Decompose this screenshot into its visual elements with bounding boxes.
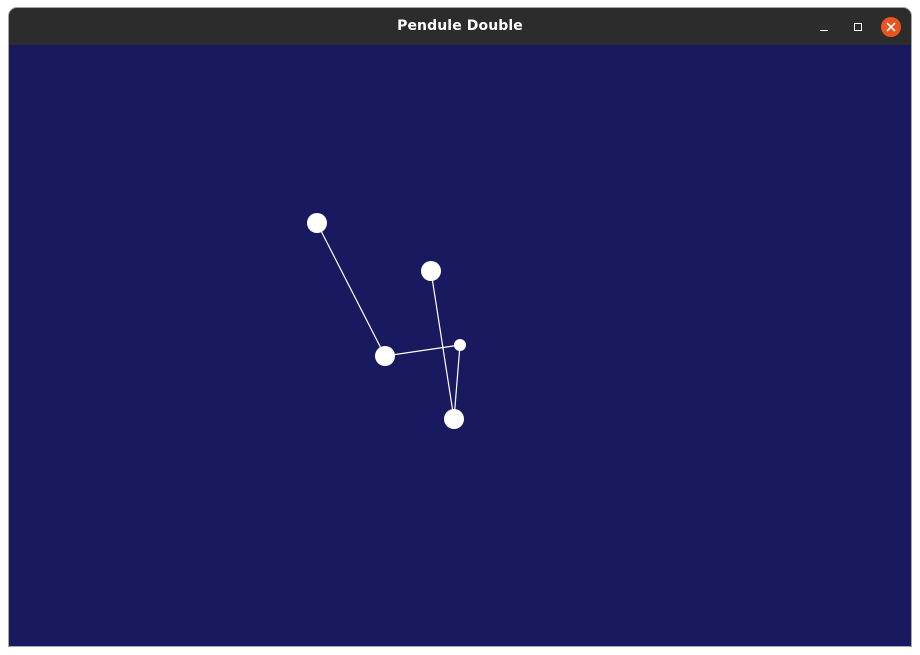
- minimize-button[interactable]: [814, 17, 834, 37]
- pendulum-a-pivot: [307, 213, 327, 233]
- minimize-icon: [820, 29, 828, 31]
- simulation-canvas: [9, 45, 911, 646]
- maximize-button[interactable]: [848, 17, 868, 37]
- close-icon: [886, 22, 896, 32]
- pendulum-b-pivot: [421, 261, 441, 281]
- maximize-icon: [854, 23, 862, 31]
- pendulum-b-rod-1: [430, 270, 455, 420]
- pendulum-b-bob-1: [444, 409, 464, 429]
- window-title: Pendule Double: [397, 18, 523, 34]
- pendulum-a-rod-2: [384, 344, 461, 357]
- app-window: Pendule Double: [9, 8, 911, 646]
- close-button[interactable]: [881, 17, 901, 37]
- pendulum-a-rod-1: [316, 222, 386, 357]
- title-bar[interactable]: Pendule Double: [9, 8, 911, 45]
- pendulum-a-bob-1: [375, 346, 395, 366]
- pendulum-b-rod-2: [453, 344, 461, 420]
- pendulum-drawing: [307, 213, 466, 429]
